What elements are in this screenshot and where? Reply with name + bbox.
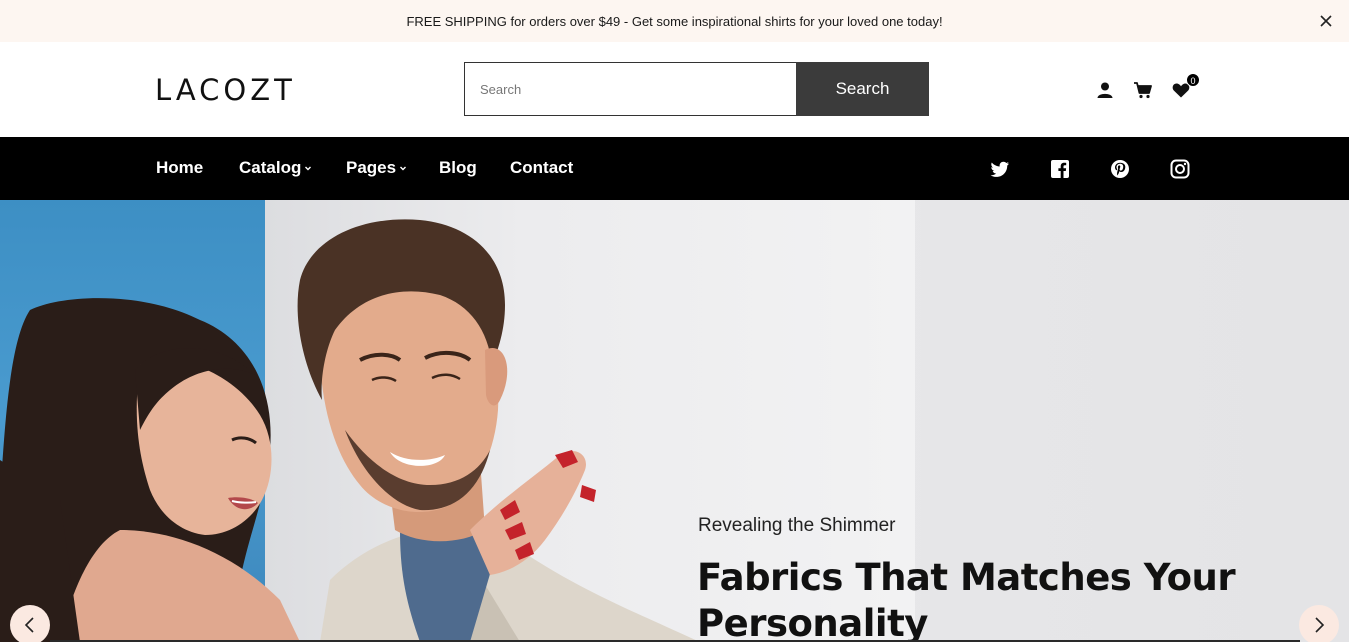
facebook-icon[interactable]	[1050, 159, 1070, 179]
nav-item-contact[interactable]: Contact	[510, 158, 573, 178]
cart-icon[interactable]	[1133, 80, 1153, 100]
nav-item-home[interactable]: Home	[156, 158, 203, 178]
nav-item-catalog[interactable]: Catalog	[239, 158, 312, 178]
instagram-icon[interactable]	[1170, 159, 1190, 179]
search-input[interactable]	[464, 62, 796, 116]
account-icon[interactable]	[1095, 80, 1115, 100]
twitter-icon[interactable]	[990, 159, 1010, 179]
pinterest-icon[interactable]	[1110, 159, 1130, 179]
chevron-left-icon	[24, 617, 34, 633]
nav-item-label: Contact	[510, 158, 574, 177]
slider-next-button[interactable]	[1299, 605, 1339, 642]
nav-item-label: Catalog	[239, 158, 302, 177]
main-nav: Home Catalog Pages Blog Contact	[0, 137, 1349, 200]
chevron-down-icon	[305, 166, 312, 171]
hero-subtitle: Revealing the Shimmer	[698, 515, 896, 536]
chevron-right-icon	[1315, 617, 1325, 633]
nav-item-label: Pages	[346, 158, 397, 177]
chevron-down-icon	[400, 166, 407, 171]
logo[interactable]: LACOZT	[155, 74, 296, 106]
announcement-text: FREE SHIPPING for orders over $49 - Get …	[406, 13, 943, 29]
slider-prev-button[interactable]	[10, 605, 50, 642]
search-button[interactable]: Search	[796, 62, 929, 116]
site-header: LACOZT Search 0	[0, 42, 1349, 137]
hero-slider: Revealing the Shimmer Fabrics That Match…	[0, 200, 1349, 642]
nav-item-blog[interactable]: Blog	[439, 158, 477, 178]
nav-item-label: Home	[156, 158, 204, 177]
close-icon[interactable]	[1317, 12, 1335, 30]
search-bar: Search	[464, 62, 929, 116]
wishlist-count-badge: 0	[1186, 73, 1200, 87]
hero-image	[0, 219, 700, 642]
announcement-bar: FREE SHIPPING for orders over $49 - Get …	[0, 0, 1349, 42]
hero-title: Fabrics That Matches Your Personality	[697, 556, 1236, 642]
nav-item-label: Blog	[439, 158, 477, 177]
nav-item-pages[interactable]: Pages	[346, 158, 407, 178]
